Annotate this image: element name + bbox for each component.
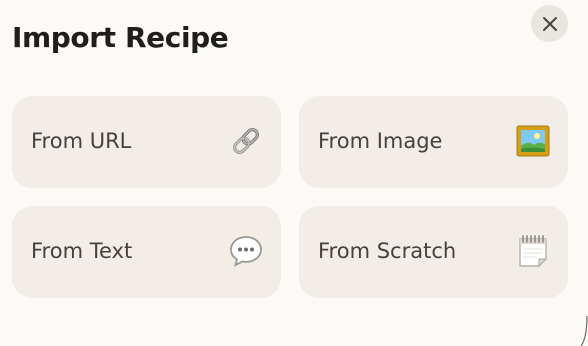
notepad-icon [519, 235, 548, 268]
from-image-label: From Image [318, 129, 443, 153]
from-image-option[interactable]: From Image [299, 96, 568, 188]
dialog-edge-curve [580, 316, 588, 346]
from-text-option[interactable]: From Text [12, 206, 281, 298]
close-button[interactable] [531, 5, 568, 42]
from-url-option[interactable]: From URL [12, 96, 281, 188]
framed-picture-icon [516, 125, 550, 157]
close-x-icon [542, 16, 557, 31]
from-text-label: From Text [31, 239, 133, 263]
import-recipe-dialog: Import Recipe From URL From Image From T… [0, 0, 588, 346]
from-scratch-label: From Scratch [318, 239, 457, 263]
link-icon [233, 128, 259, 154]
dialog-title: Import Recipe [12, 21, 229, 54]
from-scratch-option[interactable]: From Scratch [299, 206, 568, 298]
from-url-label: From URL [31, 129, 132, 153]
speech-bubble-icon [230, 236, 262, 267]
